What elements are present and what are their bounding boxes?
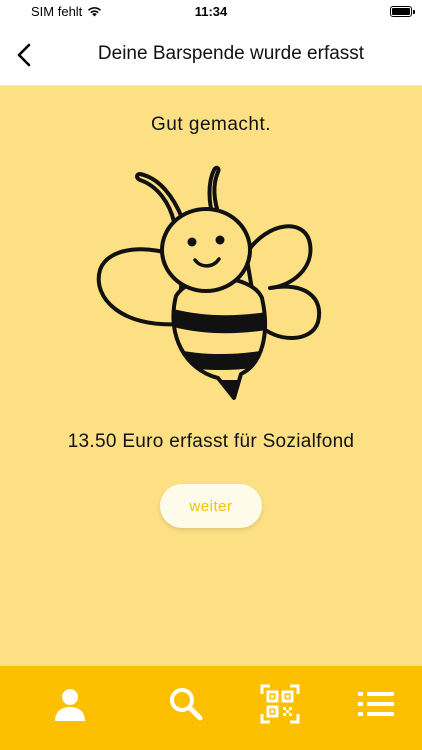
chevron-left-icon <box>17 43 31 67</box>
battery-icon <box>390 6 415 17</box>
page-title: Deine Barspende wurde erfasst <box>97 43 365 64</box>
continue-button[interactable]: weiter <box>160 484 262 528</box>
main-content: Gut gemacht. 13.50 Euro erfasst für Sozi <box>0 86 422 666</box>
tab-bar <box>0 666 422 750</box>
success-headline: Gut gemacht. <box>150 114 272 135</box>
status-bar: SIM fehlt 11:34 <box>0 0 422 26</box>
person-icon <box>55 689 85 721</box>
tab-list[interactable] <box>356 684 396 724</box>
status-time: 11:34 <box>194 4 228 19</box>
back-button[interactable] <box>10 40 40 70</box>
bee-illustration <box>96 165 322 400</box>
search-icon <box>170 688 203 721</box>
qr-code-icon <box>260 684 300 724</box>
donation-amount-text: 13.50 Euro erfasst für Sozialfond <box>67 431 355 452</box>
tab-search[interactable] <box>166 684 206 724</box>
tab-qr-scan[interactable] <box>260 684 300 724</box>
list-icon <box>358 692 394 716</box>
navigation-bar: Deine Barspende wurde erfasst <box>0 26 422 86</box>
tab-profile[interactable] <box>50 684 90 724</box>
